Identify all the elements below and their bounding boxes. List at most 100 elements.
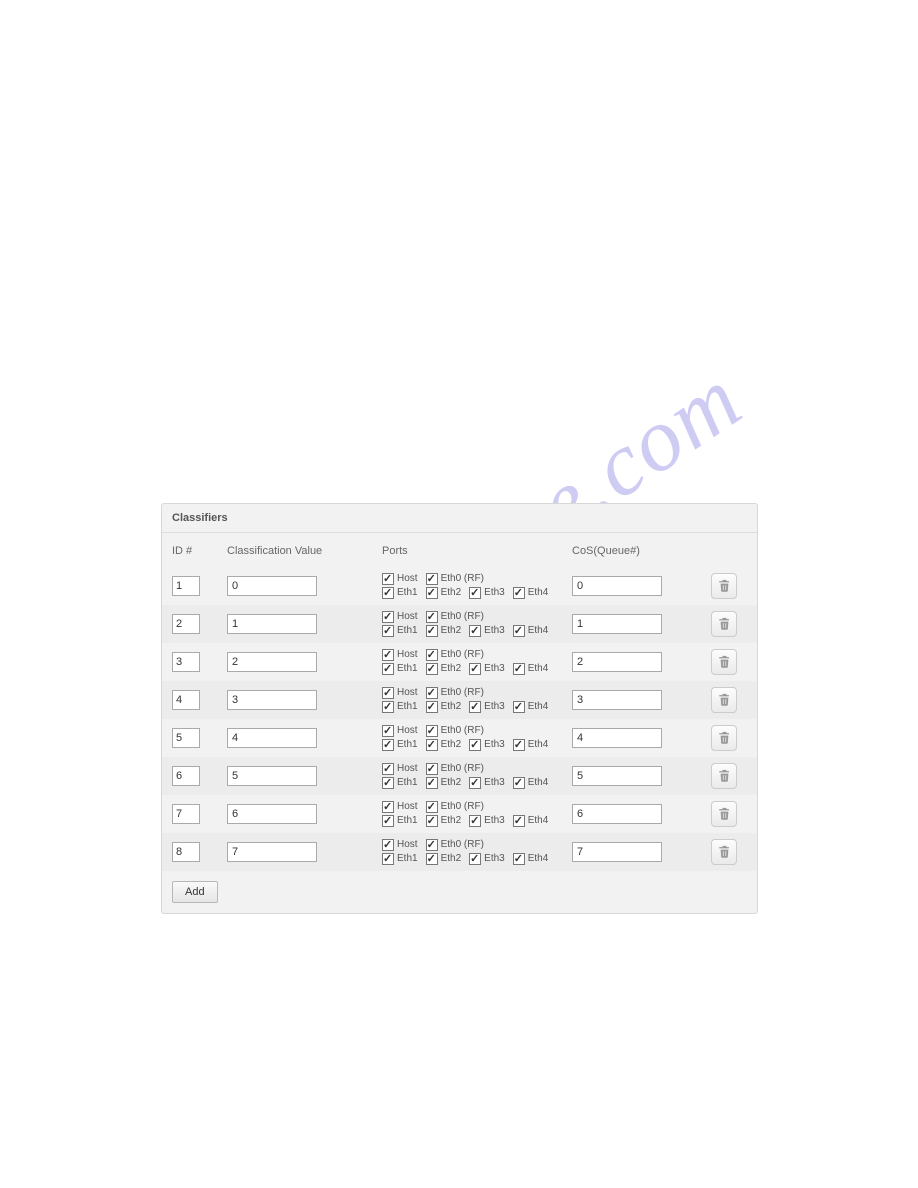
port-host-checkbox[interactable] xyxy=(382,839,394,851)
port-eth3-label[interactable]: Eth3 xyxy=(469,701,505,713)
port-eth1-label[interactable]: Eth1 xyxy=(382,663,418,675)
delete-button[interactable] xyxy=(711,801,737,827)
port-eth3-label[interactable]: Eth3 xyxy=(469,625,505,637)
port-eth2-label[interactable]: Eth2 xyxy=(426,853,462,865)
port-eth0-label[interactable]: Eth0 (RF) xyxy=(426,649,484,661)
port-host-checkbox[interactable] xyxy=(382,611,394,623)
port-eth3-label[interactable]: Eth3 xyxy=(469,663,505,675)
id-input[interactable] xyxy=(172,766,200,786)
port-eth2-label[interactable]: Eth2 xyxy=(426,777,462,789)
port-eth4-checkbox[interactable] xyxy=(513,587,525,599)
port-eth2-checkbox[interactable] xyxy=(426,739,438,751)
port-eth0-checkbox[interactable] xyxy=(426,839,438,851)
classification-input[interactable] xyxy=(227,576,317,596)
delete-button[interactable] xyxy=(711,573,737,599)
delete-button[interactable] xyxy=(711,725,737,751)
port-eth4-checkbox[interactable] xyxy=(513,853,525,865)
port-eth2-label[interactable]: Eth2 xyxy=(426,625,462,637)
port-eth4-checkbox[interactable] xyxy=(513,701,525,713)
delete-button[interactable] xyxy=(711,649,737,675)
port-eth3-checkbox[interactable] xyxy=(469,815,481,827)
port-host-label[interactable]: Host xyxy=(382,611,418,623)
cos-input[interactable] xyxy=(572,728,662,748)
port-eth1-checkbox[interactable] xyxy=(382,777,394,789)
cos-input[interactable] xyxy=(572,690,662,710)
classification-input[interactable] xyxy=(227,842,317,862)
port-eth3-checkbox[interactable] xyxy=(469,701,481,713)
classification-input[interactable] xyxy=(227,690,317,710)
id-input[interactable] xyxy=(172,614,200,634)
port-eth3-checkbox[interactable] xyxy=(469,739,481,751)
id-input[interactable] xyxy=(172,652,200,672)
port-eth0-label[interactable]: Eth0 (RF) xyxy=(426,573,484,585)
port-eth4-label[interactable]: Eth4 xyxy=(513,663,549,675)
cos-input[interactable] xyxy=(572,576,662,596)
port-eth0-label[interactable]: Eth0 (RF) xyxy=(426,725,484,737)
port-eth3-label[interactable]: Eth3 xyxy=(469,777,505,789)
port-host-label[interactable]: Host xyxy=(382,649,418,661)
port-host-label[interactable]: Host xyxy=(382,725,418,737)
classification-input[interactable] xyxy=(227,614,317,634)
port-host-label[interactable]: Host xyxy=(382,763,418,775)
port-eth4-label[interactable]: Eth4 xyxy=(513,853,549,865)
port-eth4-checkbox[interactable] xyxy=(513,663,525,675)
port-eth0-label[interactable]: Eth0 (RF) xyxy=(426,763,484,775)
port-eth1-checkbox[interactable] xyxy=(382,815,394,827)
port-host-checkbox[interactable] xyxy=(382,687,394,699)
port-eth1-label[interactable]: Eth1 xyxy=(382,701,418,713)
port-eth0-checkbox[interactable] xyxy=(426,801,438,813)
port-eth3-label[interactable]: Eth3 xyxy=(469,815,505,827)
port-host-checkbox[interactable] xyxy=(382,573,394,585)
port-eth2-label[interactable]: Eth2 xyxy=(426,663,462,675)
port-host-label[interactable]: Host xyxy=(382,573,418,585)
delete-button[interactable] xyxy=(711,687,737,713)
port-eth2-label[interactable]: Eth2 xyxy=(426,701,462,713)
delete-button[interactable] xyxy=(711,611,737,637)
id-input[interactable] xyxy=(172,576,200,596)
port-eth0-label[interactable]: Eth0 (RF) xyxy=(426,611,484,623)
id-input[interactable] xyxy=(172,804,200,824)
port-host-checkbox[interactable] xyxy=(382,763,394,775)
port-eth1-label[interactable]: Eth1 xyxy=(382,853,418,865)
port-eth1-checkbox[interactable] xyxy=(382,739,394,751)
port-eth3-checkbox[interactable] xyxy=(469,663,481,675)
port-eth1-checkbox[interactable] xyxy=(382,625,394,637)
port-eth1-label[interactable]: Eth1 xyxy=(382,739,418,751)
port-eth0-label[interactable]: Eth0 (RF) xyxy=(426,839,484,851)
port-eth1-checkbox[interactable] xyxy=(382,587,394,599)
port-eth2-checkbox[interactable] xyxy=(426,701,438,713)
port-eth2-checkbox[interactable] xyxy=(426,815,438,827)
port-eth3-label[interactable]: Eth3 xyxy=(469,739,505,751)
delete-button[interactable] xyxy=(711,839,737,865)
port-eth1-label[interactable]: Eth1 xyxy=(382,587,418,599)
port-eth4-label[interactable]: Eth4 xyxy=(513,815,549,827)
port-host-checkbox[interactable] xyxy=(382,725,394,737)
port-eth2-checkbox[interactable] xyxy=(426,625,438,637)
port-host-label[interactable]: Host xyxy=(382,801,418,813)
port-eth4-checkbox[interactable] xyxy=(513,625,525,637)
delete-button[interactable] xyxy=(711,763,737,789)
port-eth4-label[interactable]: Eth4 xyxy=(513,777,549,789)
cos-input[interactable] xyxy=(572,804,662,824)
port-eth0-checkbox[interactable] xyxy=(426,763,438,775)
port-eth3-label[interactable]: Eth3 xyxy=(469,853,505,865)
port-eth2-checkbox[interactable] xyxy=(426,587,438,599)
port-host-checkbox[interactable] xyxy=(382,801,394,813)
port-eth3-checkbox[interactable] xyxy=(469,853,481,865)
port-eth2-label[interactable]: Eth2 xyxy=(426,815,462,827)
port-eth4-checkbox[interactable] xyxy=(513,739,525,751)
port-eth1-checkbox[interactable] xyxy=(382,663,394,675)
port-eth0-checkbox[interactable] xyxy=(426,687,438,699)
cos-input[interactable] xyxy=(572,766,662,786)
port-eth4-label[interactable]: Eth4 xyxy=(513,587,549,599)
port-eth3-checkbox[interactable] xyxy=(469,587,481,599)
id-input[interactable] xyxy=(172,728,200,748)
classification-input[interactable] xyxy=(227,766,317,786)
port-eth2-checkbox[interactable] xyxy=(426,777,438,789)
port-eth4-checkbox[interactable] xyxy=(513,815,525,827)
port-eth0-label[interactable]: Eth0 (RF) xyxy=(426,801,484,813)
classification-input[interactable] xyxy=(227,652,317,672)
cos-input[interactable] xyxy=(572,652,662,672)
port-eth1-label[interactable]: Eth1 xyxy=(382,625,418,637)
port-eth0-checkbox[interactable] xyxy=(426,611,438,623)
